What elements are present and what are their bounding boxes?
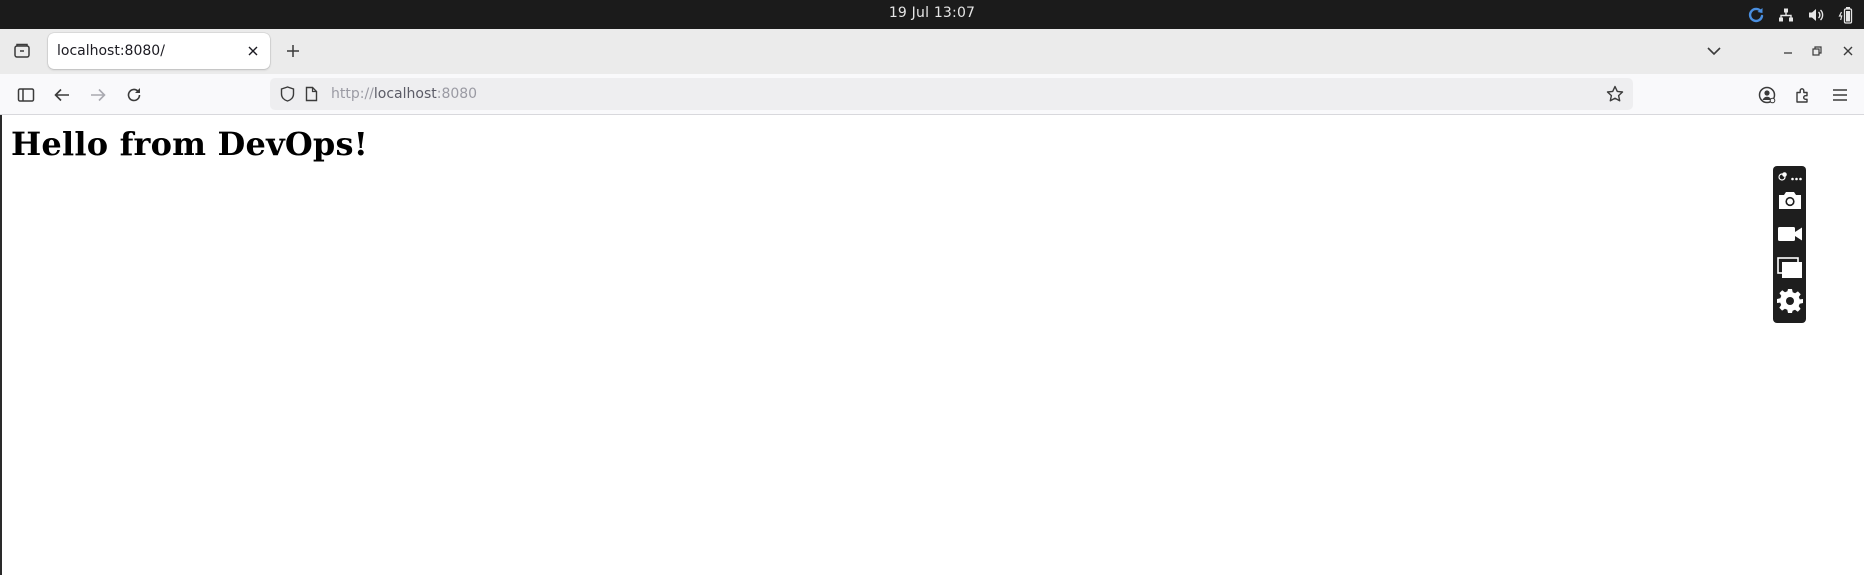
capture-window-button[interactable] [1776, 254, 1803, 281]
forward-button[interactable] [84, 81, 112, 109]
extensions-button[interactable] [1789, 81, 1817, 109]
screenshot-button[interactable] [1776, 186, 1803, 213]
video-record-icon [1777, 226, 1802, 241]
volume-icon[interactable] [1806, 5, 1826, 25]
capture-drag-icon[interactable] [1777, 166, 1788, 185]
window-capture-icon [1776, 256, 1802, 278]
reload-button[interactable] [120, 81, 148, 109]
page-viewport: Hello from DevOps! [0, 115, 1864, 575]
tab-overview-button[interactable] [10, 39, 34, 63]
forward-arrow-icon [91, 88, 106, 102]
account-icon [1758, 86, 1776, 104]
url-port: :8080 [436, 86, 478, 102]
system-tray[interactable] [1746, 0, 1856, 29]
window-restore-button[interactable] [1807, 41, 1827, 61]
capture-settings-button[interactable] [1776, 287, 1803, 314]
extensions-icon [1796, 88, 1808, 103]
reload-icon [127, 88, 141, 102]
capture-toolbar-header [1773, 169, 1806, 181]
close-icon [248, 46, 258, 56]
list-all-tabs-button[interactable] [1701, 38, 1727, 64]
window-minimize-button[interactable] [1778, 41, 1798, 61]
sidebar-icon [17, 88, 35, 102]
url-scheme: http:// [331, 86, 374, 102]
page-info-icon[interactable] [302, 85, 320, 103]
tab-overview-icon [14, 43, 30, 58]
os-clock[interactable]: 19 Jul 13:07 [0, 0, 1864, 29]
refresh-status-icon[interactable] [1746, 5, 1766, 25]
screen-capture-toolbar [1773, 166, 1806, 323]
tab-strip: localhost:8080/ [0, 29, 1864, 74]
bookmark-star-icon [1606, 85, 1624, 102]
battery-icon[interactable] [1836, 5, 1856, 25]
restore-icon [1812, 46, 1822, 56]
bookmark-star-button[interactable] [1605, 84, 1625, 104]
network-icon[interactable] [1776, 5, 1796, 25]
tracking-protection-shield-icon[interactable] [278, 85, 296, 103]
sidebar-toggle-button[interactable] [12, 81, 40, 109]
close-icon [1843, 46, 1853, 56]
window-close-button[interactable] [1838, 41, 1858, 61]
back-button[interactable] [48, 81, 76, 109]
screenshot-camera-icon [1778, 191, 1801, 209]
more-options-icon[interactable] [1790, 166, 1802, 185]
os-top-bar: 19 Jul 13:07 [0, 0, 1864, 29]
new-tab-button[interactable] [281, 39, 305, 63]
address-bar[interactable]: http://localhost:8080 [270, 78, 1633, 110]
account-button[interactable] [1753, 81, 1781, 109]
url-host: localhost [373, 86, 437, 102]
chevron-down-icon [1707, 47, 1721, 56]
tab-close-button[interactable] [244, 42, 262, 60]
settings-gear-icon [1776, 288, 1803, 313]
record-video-button[interactable] [1776, 220, 1803, 247]
page-heading: Hello from DevOps! [11, 125, 368, 163]
menu-icon [1833, 89, 1847, 101]
navigation-toolbar: http://localhost:8080 [0, 74, 1864, 115]
plus-icon [287, 45, 299, 57]
minimize-icon [1784, 52, 1792, 54]
tab-title: localhost:8080/ [57, 43, 165, 59]
app-menu-button[interactable] [1826, 81, 1854, 109]
url-text[interactable]: http://localhost:8080 [331, 78, 477, 110]
tab-active[interactable]: localhost:8080/ [48, 33, 270, 69]
back-arrow-icon [54, 88, 69, 102]
